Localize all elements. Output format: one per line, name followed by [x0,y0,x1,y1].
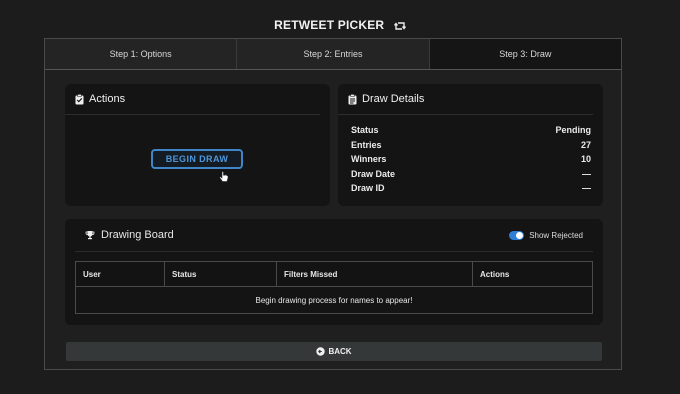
retweet-icon [393,20,406,34]
detail-row-status: Status Pending [351,125,591,140]
detail-value: 10 [580,154,591,164]
show-rejected-label: Show Rejected [529,230,583,240]
detail-row-entries: Entries 27 [351,140,591,155]
pointer-cursor-icon [219,170,229,188]
detail-value: — [582,183,591,193]
details-header: Draw Details [338,84,593,115]
tab-entries[interactable]: Step 2: Entries [237,39,430,69]
show-rejected-toggle[interactable] [509,230,525,240]
actions-card: Actions BEGIN DRAW [65,84,330,206]
table-row: Begin drawing process for names to appea… [75,286,593,314]
trophy-icon [85,230,95,240]
column-actions: Actions [472,261,593,287]
step-tabs: Step 1: Options Step 2: Entries Step 3: … [45,39,621,70]
board-header: Drawing Board Show Rejected [75,219,593,252]
draw-details-card: Draw Details Status Pending Entries 27 Win… [338,84,603,206]
wizard-frame: Step 1: Options Step 2: Entries Step 3: … [44,38,622,370]
column-filters-missed: Filters Missed [276,261,473,287]
app-title-text: RETWEET PICKER [274,18,385,32]
detail-label: Status [351,125,379,135]
detail-row-draw-id: Draw ID — [351,183,591,198]
clipboard-check-icon [75,93,84,105]
detail-row-draw-date: Draw Date — [351,169,591,184]
details-title: Draw Details [362,93,425,105]
empty-message: Begin drawing process for names to appea… [75,286,593,314]
app-title: RETWEET PICKER [0,18,680,34]
detail-row-winners: Winners 10 [351,154,591,169]
actions-header: Actions [65,84,320,115]
actions-title: Actions [89,93,126,105]
detail-label: Winners [351,154,387,164]
board-title: Drawing Board [101,229,174,241]
begin-draw-button[interactable]: BEGIN DRAW [151,149,243,169]
detail-value: — [582,168,591,179]
column-status: Status [164,261,277,287]
show-rejected-control: Show Rejected [509,230,583,240]
detail-label: Draw ID [351,183,385,193]
tab-draw[interactable]: Step 3: Draw [429,39,621,69]
detail-value: 27 [580,139,591,150]
back-button[interactable]: BACK [66,342,602,361]
table-header-row: User Status Filters Missed Actions [75,261,593,287]
detail-label: Entries [351,139,382,150]
clipboard-list-icon [348,93,357,105]
tab-options[interactable]: Step 1: Options [45,39,238,69]
drawing-board-card: Drawing Board Show Rejected User Status … [65,219,603,325]
arrow-circle-left-icon [316,347,326,356]
detail-value: Pending [555,125,592,135]
details-list: Status Pending Entries 27 Winners 10 Draw D… [351,125,591,198]
drawing-table: User Status Filters Missed Actions Begin… [75,261,593,314]
column-user: User [75,261,165,287]
back-label: BACK [328,347,352,356]
detail-label: Draw Date [351,168,396,179]
